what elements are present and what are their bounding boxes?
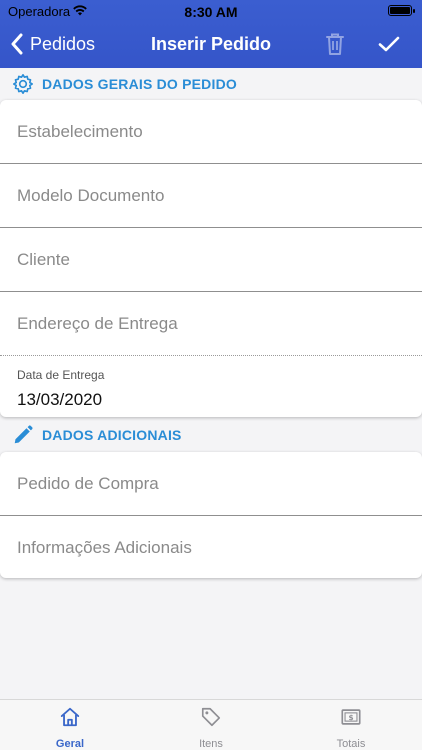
back-button[interactable]: Pedidos	[10, 22, 95, 66]
establishment-field[interactable]: Estabelecimento	[0, 100, 422, 164]
additional-info-field[interactable]: Informações Adicionais	[0, 516, 422, 580]
dollar-bill-icon: $	[341, 709, 361, 725]
document-model-placeholder: Modelo Documento	[17, 185, 165, 205]
general-data-card: Estabelecimento Modelo Documento Cliente…	[0, 100, 422, 417]
status-time: 8:30 AM	[184, 4, 238, 20]
battery-icon	[388, 5, 415, 16]
nav-bar: Pedidos Inserir Pedido	[0, 22, 422, 68]
status-bar: Operadora 8:30 AM	[0, 0, 422, 22]
delivery-date-label: Data de Entrega	[17, 368, 105, 382]
gear-icon	[13, 74, 33, 94]
chevron-left-icon	[11, 33, 23, 55]
home-icon	[60, 707, 80, 727]
back-button-label: Pedidos	[30, 33, 96, 54]
tab-bar: Geral Itens $ Totais	[0, 699, 422, 750]
confirm-check-icon[interactable]	[377, 32, 401, 56]
additional-data-card: Pedido de Compra Informações Adicionais	[0, 452, 422, 578]
tag-icon	[201, 707, 221, 727]
client-field[interactable]: Cliente	[0, 228, 422, 292]
trash-icon[interactable]	[323, 31, 347, 57]
delivery-date-value: 13/03/2020	[17, 390, 103, 409]
tab-totais[interactable]: $ Totais	[311, 706, 391, 750]
establishment-placeholder: Estabelecimento	[17, 121, 143, 141]
delivery-address-placeholder: Endereço de Entrega	[17, 313, 178, 333]
tab-geral[interactable]: Geral	[30, 706, 110, 750]
pencil-icon	[14, 425, 33, 444]
svg-text:$: $	[348, 713, 353, 722]
tab-itens[interactable]: Itens	[171, 706, 251, 750]
section-header-additional: DADOS ADICIONAIS	[0, 419, 422, 451]
client-placeholder: Cliente	[17, 249, 70, 269]
purchase-order-field[interactable]: Pedido de Compra	[0, 452, 422, 516]
additional-info-placeholder: Informações Adicionais	[17, 538, 192, 557]
tab-totais-label: Totais	[336, 738, 366, 750]
document-model-field[interactable]: Modelo Documento	[0, 164, 422, 228]
section-title-additional: DADOS ADICIONAIS	[42, 427, 182, 443]
purchase-order-placeholder: Pedido de Compra	[17, 473, 159, 493]
app-header: Operadora 8:30 AM Pedidos Inserir Pedido	[0, 0, 422, 68]
tab-itens-label: Itens	[199, 738, 223, 750]
section-header-general: DADOS GERAIS DO PEDIDO	[0, 68, 422, 100]
tab-geral-label: Geral	[55, 738, 85, 750]
delivery-address-field[interactable]: Endereço de Entrega	[0, 292, 422, 356]
delivery-date-field[interactable]: Data de Entrega 13/03/2020	[0, 356, 422, 420]
section-title-general: DADOS GERAIS DO PEDIDO	[42, 76, 237, 92]
